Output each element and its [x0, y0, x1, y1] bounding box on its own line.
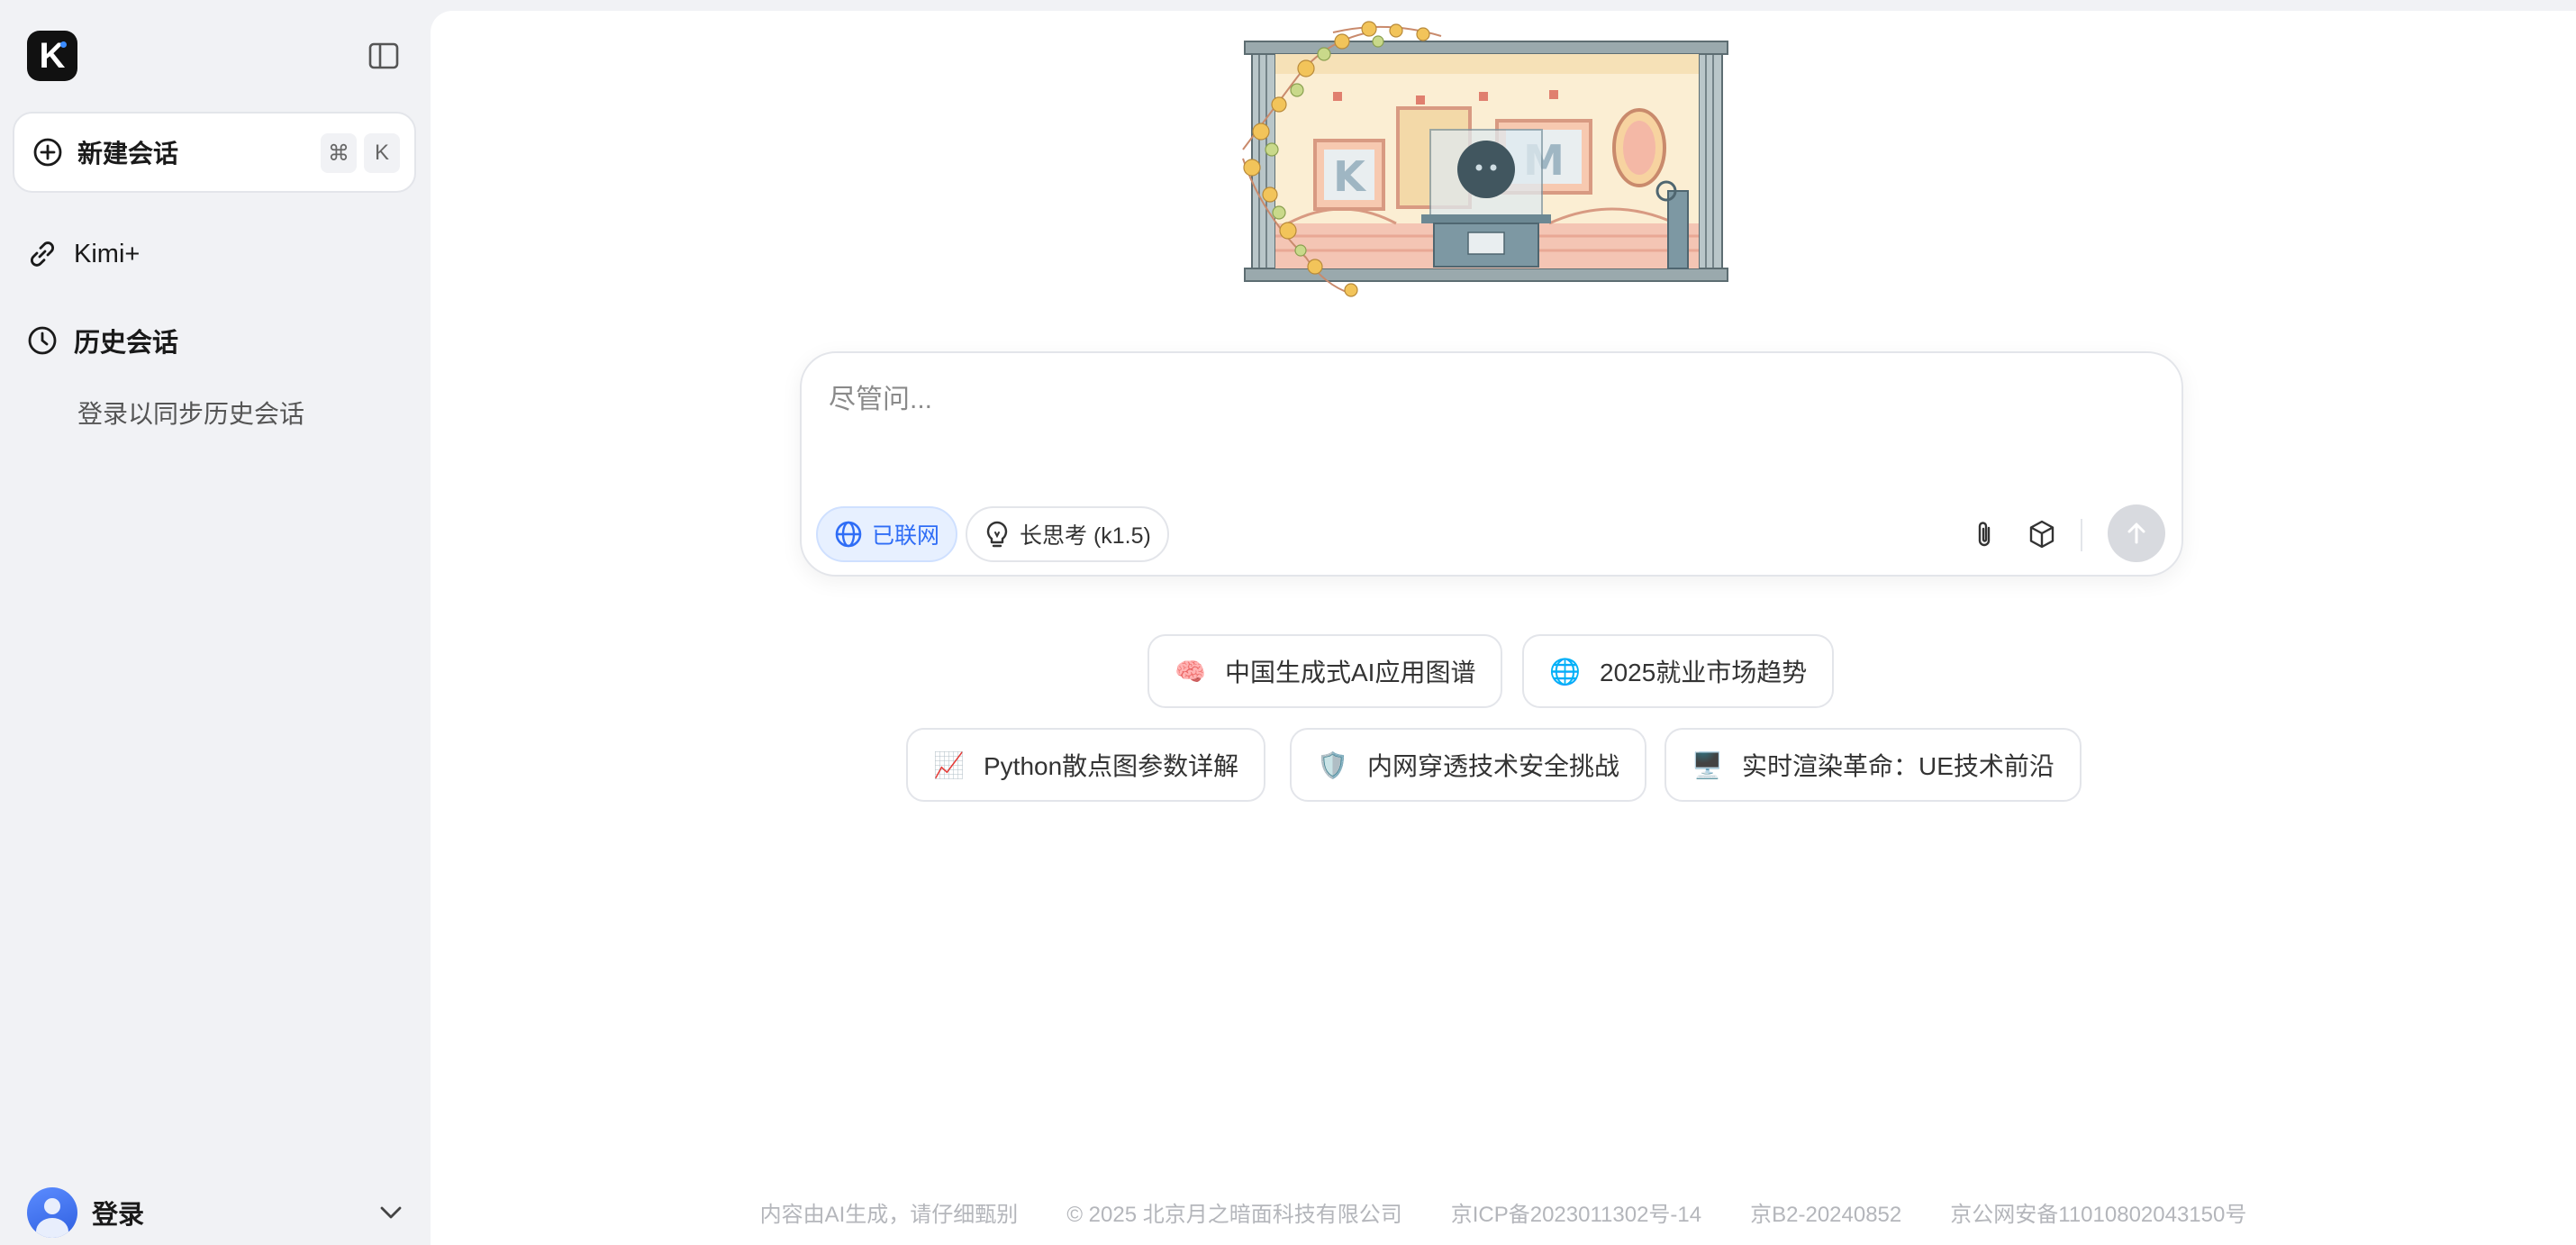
suggestion-label: 实时渲染革命：UE技术前沿: [1742, 752, 2054, 780]
shortcut-hint: ⌘ K: [321, 133, 400, 173]
shield-icon: 🛡️: [1317, 750, 1348, 779]
suggestion-label: 2025就业市场趋势: [1600, 659, 1808, 686]
suggestion-chip[interactable]: 🖥️ 实时渲染革命：UE技术前沿: [1664, 728, 2082, 802]
suggestion-label: 内网穿透技术安全挑战: [1367, 752, 1620, 780]
toolbar-divider: [2081, 519, 2082, 551]
sidebar-item-history[interactable]: 历史会话: [27, 317, 178, 364]
sidebar-item-label: 历史会话: [74, 329, 179, 358]
logo-dot: [60, 41, 67, 48]
svg-text:K: K: [1333, 152, 1367, 201]
chevron-down-icon[interactable]: [376, 1198, 405, 1227]
footer-b2[interactable]: 京B2-20240852: [1750, 1196, 1901, 1236]
new-chat-button[interactable]: 新建会话 ⌘ K: [13, 112, 416, 193]
link-icon: [31, 241, 54, 267]
send-button[interactable]: [2108, 504, 2165, 562]
cube-icon: [2029, 520, 2054, 549]
suggestion-label: Python散点图参数详解: [984, 752, 1239, 780]
chat-composer: 已联网 长思考 (k1.5): [800, 351, 2183, 577]
main-panel: K M 尽管问... 已联网 长思考 (k1.5) 🧠 中国生成式AI应用图谱 …: [431, 11, 2576, 1245]
history-login-hint[interactable]: 登录以同步历史会话: [77, 395, 304, 431]
web-search-toggle[interactable]: 已联网: [816, 506, 958, 562]
shortcut-key-k: K: [364, 133, 400, 173]
footer: 内容由AI生成，请仔细甄别 © 2025 北京月之暗面科技有限公司 京ICP备2…: [431, 1196, 2576, 1236]
new-chat-label: 新建会话: [77, 140, 179, 168]
sidebar-toggle-icon: [368, 42, 399, 69]
suggestion-label: 中国生成式AI应用图谱: [1225, 659, 1476, 686]
attach-button[interactable]: [1964, 513, 2005, 555]
kimi-logo[interactable]: K: [27, 31, 77, 81]
footer-ai-notice: 内容由AI生成，请仔细甄别: [759, 1203, 1019, 1227]
clock-icon: [28, 326, 57, 355]
suggestion-chip[interactable]: 🧠 中国生成式AI应用图谱: [1147, 634, 1503, 708]
footer-copyright[interactable]: © 2025 北京月之暗面科技有限公司: [1066, 1196, 1401, 1236]
globe-icon: 🌐: [1549, 657, 1581, 686]
login-button[interactable]: 登录: [27, 1186, 405, 1240]
app-window: K 新建会话 ⌘ K Kimi+ 历史会话 登录以同步历史会话 登录 K M 尽…: [0, 0, 2576, 1245]
plus-circle-icon: [33, 138, 62, 167]
tools-button[interactable]: [2021, 513, 2063, 555]
collapse-sidebar-button[interactable]: [366, 40, 402, 72]
suggestion-chip[interactable]: 🛡️ 内网穿透技术安全挑战: [1290, 728, 1647, 802]
chat-input[interactable]: [829, 377, 2144, 458]
sidebar: K 新建会话 ⌘ K Kimi+ 历史会话 登录以同步历史会话 登录: [0, 0, 431, 1245]
shortcut-key-cmd: ⌘: [321, 133, 357, 173]
login-label: 登录: [92, 1201, 145, 1230]
arrow-up-icon: [2127, 523, 2145, 544]
brain-icon: 🧠: [1175, 657, 1206, 686]
globe-icon: [835, 521, 862, 548]
sidebar-item-kimi-plus[interactable]: Kimi+: [27, 231, 140, 277]
sidebar-item-label: Kimi+: [74, 239, 141, 268]
monitor-icon: 🖥️: [1692, 750, 1723, 779]
hero-illustration: K M: [1242, 21, 1728, 297]
chart-icon: 📈: [933, 750, 965, 779]
avatar: [27, 1187, 77, 1238]
web-search-label: 已联网: [872, 523, 940, 549]
long-think-label: 长思考 (k1.5): [1020, 523, 1151, 549]
suggestion-chip[interactable]: 🌐 2025就业市场趋势: [1522, 634, 1835, 708]
long-think-toggle[interactable]: 长思考 (k1.5): [966, 506, 1169, 562]
footer-icp[interactable]: 京ICP备2023011302号-14: [1451, 1196, 1701, 1236]
paperclip-icon: [1978, 522, 1991, 547]
footer-police[interactable]: 京公网安备11010802043150号: [1950, 1196, 2246, 1236]
lightbulb-icon: [986, 521, 1008, 548]
suggestion-chip[interactable]: 📈 Python散点图参数详解: [906, 728, 1266, 802]
